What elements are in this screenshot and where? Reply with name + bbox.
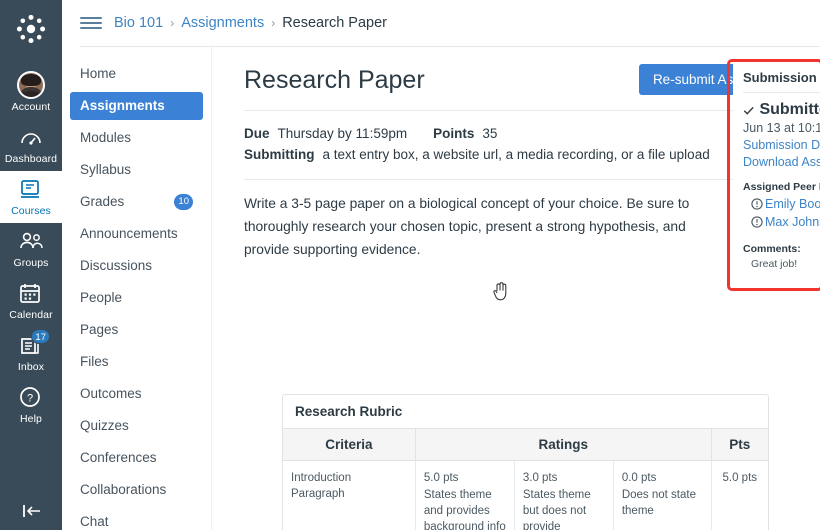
peer-review-item-max[interactable]: Max Johns: [743, 215, 820, 229]
submission-status: Submitted!: [743, 100, 820, 120]
peer-review-item-emily[interactable]: Emily Boor: [743, 197, 820, 211]
checkmark-icon: [743, 106, 754, 115]
comments-label: Comments:: [743, 243, 801, 255]
peer-reviewer-name: Max Johns: [765, 215, 820, 229]
submission-timestamp: Jun 13 at 10:1: [743, 121, 820, 135]
canvas-app: Account Dashboard Courses Groups Calenda: [0, 0, 820, 530]
submission-sidebar: Submission Submitted! Jun 13 at 10:1 Sub…: [733, 62, 820, 280]
submission-divider: [743, 92, 820, 93]
submission-sidebar-title: Submission: [743, 70, 817, 85]
peer-review-section-title: Assigned Peer Revie: [743, 181, 820, 193]
download-assignment-link[interactable]: Download Ass: [743, 155, 820, 169]
warning-icon: [751, 216, 763, 228]
submission-details-link[interactable]: Submission De: [743, 138, 820, 152]
right-rail-clip: Submission Submitted! Jun 13 at 10:1 Sub…: [0, 0, 820, 530]
submission-status-text: Submitted!: [759, 101, 820, 118]
peer-reviewer-name: Emily Boor: [765, 197, 820, 211]
warning-icon: [751, 198, 763, 210]
comment-text: Great job!: [751, 258, 798, 270]
